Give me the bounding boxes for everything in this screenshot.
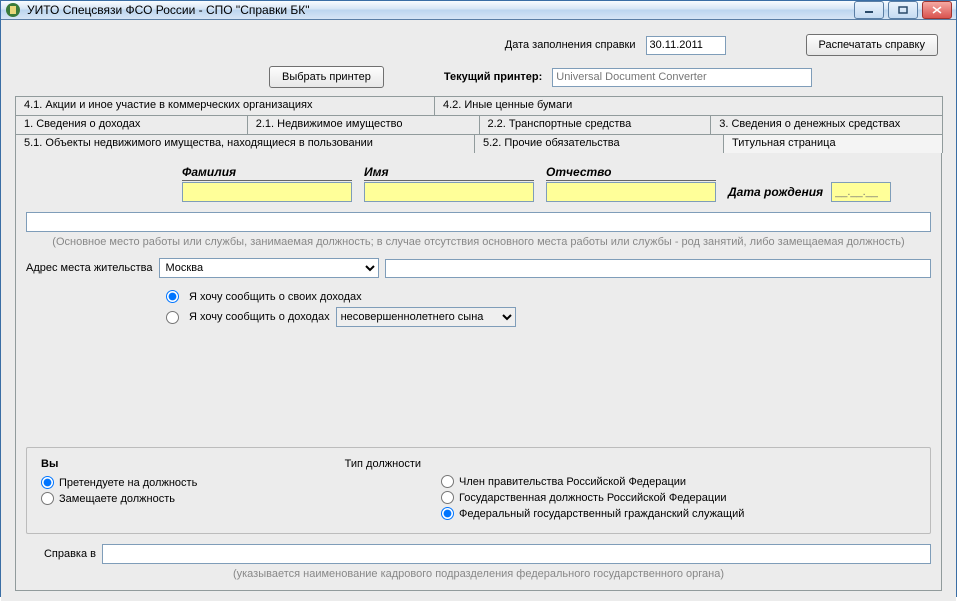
tab-3[interactable]: 3. Сведения о денежных средствах: [710, 115, 943, 134]
radio-self-label: Я хочу сообщить о своих доходах: [189, 291, 362, 303]
printer-row: Выбрать принтер Текущий принтер:: [9, 62, 948, 96]
lastname-label: Фамилия: [182, 165, 352, 181]
minimize-button[interactable]: [854, 1, 884, 19]
spravka-input[interactable]: [102, 544, 931, 564]
radio-pretend-label: Претендуете на должность: [59, 477, 197, 489]
name-row: Фамилия Имя Отчество Дата рождения: [26, 165, 931, 202]
pos-type-label: Тип должности: [301, 458, 421, 470]
tab-1[interactable]: 1. Сведения о доходах: [15, 115, 248, 134]
other-subject-combo[interactable]: несовершеннолетнего сына: [336, 307, 516, 327]
tab-42[interactable]: 4.2. Иные ценные бумаги: [434, 96, 943, 115]
address-detail-input[interactable]: [385, 259, 931, 278]
tab-title-page[interactable]: Титульная страница: [723, 134, 943, 153]
fill-date-label: Дата заполнения справки: [505, 39, 636, 51]
radio-other[interactable]: [166, 311, 179, 324]
print-button[interactable]: Распечатать справку: [806, 34, 939, 56]
current-printer-value: [552, 68, 812, 87]
address-combo[interactable]: Москва: [159, 258, 379, 278]
tab-panel-title-page: Фамилия Имя Отчество Дата рождения: [15, 152, 942, 591]
client-area: Дата заполнения справки Распечатать спра…: [1, 20, 956, 601]
radio-member-gov[interactable]: [441, 475, 454, 488]
tab-51[interactable]: 5.1. Объекты недвижимого имущества, нахо…: [15, 134, 475, 153]
radio-state-pos-label: Государственная должность Российской Фед…: [459, 492, 727, 504]
radio-occupy[interactable]: [41, 492, 54, 505]
radio-other-row: Я хочу сообщить о доходах несовершенноле…: [166, 307, 931, 327]
tab-row-1: 4.1. Акции и иное участие в коммерческих…: [15, 96, 942, 115]
choose-printer-button[interactable]: Выбрать принтер: [269, 66, 384, 88]
dob-input[interactable]: [831, 182, 891, 202]
window-controls: [854, 1, 952, 19]
tab-row-2: 1. Сведения о доходах 2.1. Недвижимое им…: [15, 115, 942, 134]
radio-other-label: Я хочу сообщить о доходах: [189, 311, 330, 323]
address-label: Адрес места жительства: [26, 262, 153, 274]
radio-fed-civil-label: Федеральный государственный гражданский …: [459, 508, 744, 520]
radio-self-row: Я хочу сообщить о своих доходах: [166, 290, 931, 303]
spravka-label: Справка в: [26, 548, 96, 560]
tab-22[interactable]: 2.2. Транспортные средства: [479, 115, 712, 134]
patronymic-input[interactable]: [546, 182, 716, 202]
radio-state-pos[interactable]: [441, 491, 454, 504]
titlebar: УИТО Спецсвязи ФСО России - СПО "Справки…: [1, 1, 956, 20]
radio-fed-civil[interactable]: [441, 507, 454, 520]
patronymic-label: Отчество: [546, 165, 716, 181]
tabs-area: 4.1. Акции и иное участие в коммерческих…: [15, 96, 942, 591]
vy-label: Вы: [41, 458, 281, 470]
position-hint: (Основное место работы или службы, заним…: [26, 236, 931, 248]
radio-self[interactable]: [166, 290, 179, 303]
firstname-label: Имя: [364, 165, 534, 181]
lastname-input[interactable]: [182, 182, 352, 202]
position-input[interactable]: [26, 212, 931, 232]
firstname-input[interactable]: [364, 182, 534, 202]
footer-hint: (указывается наименование кадрового подр…: [26, 568, 931, 580]
app-window: УИТО Спецсвязи ФСО России - СПО "Справки…: [0, 0, 957, 597]
close-button[interactable]: [922, 1, 952, 19]
radio-member-gov-label: Член правительства Российской Федерации: [459, 476, 686, 488]
tab-52[interactable]: 5.2. Прочие обязательства: [474, 134, 724, 153]
current-printer-label: Текущий принтер:: [444, 71, 542, 83]
spravka-row: Справка в: [26, 544, 931, 564]
tab-row-3: 5.1. Объекты недвижимого имущества, нахо…: [15, 134, 942, 153]
app-icon: [5, 2, 21, 18]
top-toolbar: Дата заполнения справки Распечатать спра…: [9, 26, 948, 62]
tab-21[interactable]: 2.1. Недвижимое имущество: [247, 115, 480, 134]
radio-pretend[interactable]: [41, 476, 54, 489]
maximize-button[interactable]: [888, 1, 918, 19]
fill-date-input[interactable]: [646, 36, 726, 55]
window-title: УИТО Спецсвязи ФСО России - СПО "Справки…: [27, 3, 854, 17]
dob-label: Дата рождения: [728, 185, 823, 199]
tab-41[interactable]: 4.1. Акции и иное участие в коммерческих…: [15, 96, 435, 115]
address-row: Адрес места жительства Москва: [26, 258, 931, 278]
radio-occupy-label: Замещаете должность: [59, 493, 175, 505]
bottom-block: Вы Претендуете на должность Замещаете до…: [26, 447, 931, 534]
